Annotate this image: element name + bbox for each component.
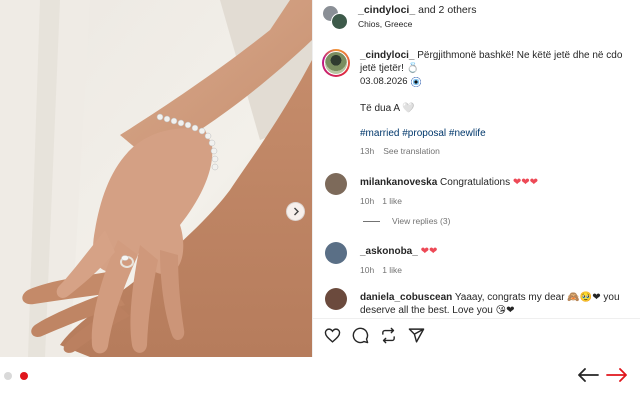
date-text: 03.08.2026	[360, 76, 408, 87]
caption-username[interactable]: _cindyloci_	[360, 50, 414, 61]
chevron-right-icon	[293, 207, 299, 216]
comment-time: 10h	[360, 265, 375, 275]
avatar[interactable]	[325, 242, 347, 264]
comment-meta: 10h 1 like	[360, 264, 632, 277]
comment-text: daniela_cobuscean Yaaay, congrats my dea…	[360, 291, 632, 317]
post-photo	[0, 0, 312, 357]
caption-hashtags[interactable]: #married #proposal #newlife	[360, 128, 486, 139]
caption-note: Të dua A 🤍	[360, 103, 415, 114]
comment-time: 10h	[360, 196, 375, 206]
comment-text: _askonoba_ ❤❤	[360, 245, 632, 258]
post-header: _cindyloci_ and 2 others Chios, Greece	[313, 0, 640, 36]
comment-likes[interactable]: 1 like	[382, 265, 402, 275]
view-replies-button[interactable]: View replies (3)	[363, 216, 450, 226]
share-icon[interactable]	[380, 327, 397, 344]
comment-username[interactable]: _askonoba_	[360, 246, 418, 257]
comment-likes[interactable]: 1 like	[382, 196, 402, 206]
see-translation-link[interactable]: See translation	[383, 146, 440, 156]
hands-with-ring-image	[0, 0, 312, 357]
caption-avatar[interactable]	[322, 49, 350, 77]
post-actions-bar	[313, 318, 640, 350]
slide-dot-2[interactable]	[20, 372, 28, 380]
comment-message: Congratulations	[437, 177, 513, 188]
author-username[interactable]: _cindyloci_	[358, 4, 415, 16]
collab-suffix[interactable]: and 2 others	[415, 4, 476, 16]
carousel-next-button[interactable]	[286, 202, 305, 221]
instagram-post-viewer: _cindyloci_ and 2 others Chios, Greece _…	[0, 0, 640, 395]
heart-emojis: ❤❤	[420, 246, 438, 257]
comment-icon[interactable]	[352, 327, 369, 344]
comment-text: milankanoveska Congratulations ❤❤❤	[360, 176, 632, 189]
send-icon[interactable]	[408, 327, 425, 344]
avatar[interactable]	[325, 173, 347, 195]
heart-icon[interactable]	[324, 327, 341, 344]
caption-meta: 13h See translation	[360, 146, 440, 156]
avatar	[331, 13, 348, 30]
heart-emojis: ❤❤❤	[512, 177, 539, 188]
post-side-panel: _cindyloci_ and 2 others Chios, Greece _…	[312, 0, 640, 357]
slide-dot-1[interactable]	[4, 372, 12, 380]
caption-time: 13h	[360, 146, 375, 156]
comment-username[interactable]: milankanoveska	[360, 177, 437, 188]
divider	[363, 220, 380, 222]
comment-meta: 10h 1 like	[360, 195, 632, 208]
evil-eye-icon	[410, 76, 421, 87]
caption-text: _cindyloci_ Përgjithmonë bashkë! Ne këtë…	[360, 49, 632, 75]
arrow-left-icon[interactable]	[577, 367, 599, 383]
post-author: _cindyloci_ and 2 others	[358, 4, 477, 16]
post-location[interactable]: Chios, Greece	[358, 19, 477, 29]
slideshow-navigation	[0, 357, 640, 395]
comment-username[interactable]: daniela_cobuscean	[360, 292, 452, 303]
view-replies-label: View replies (3)	[392, 216, 451, 226]
arrow-right-icon[interactable]	[606, 367, 628, 383]
collab-avatars[interactable]	[322, 5, 348, 31]
caption-date: 03.08.2026	[360, 75, 632, 88]
avatar[interactable]	[325, 288, 347, 310]
